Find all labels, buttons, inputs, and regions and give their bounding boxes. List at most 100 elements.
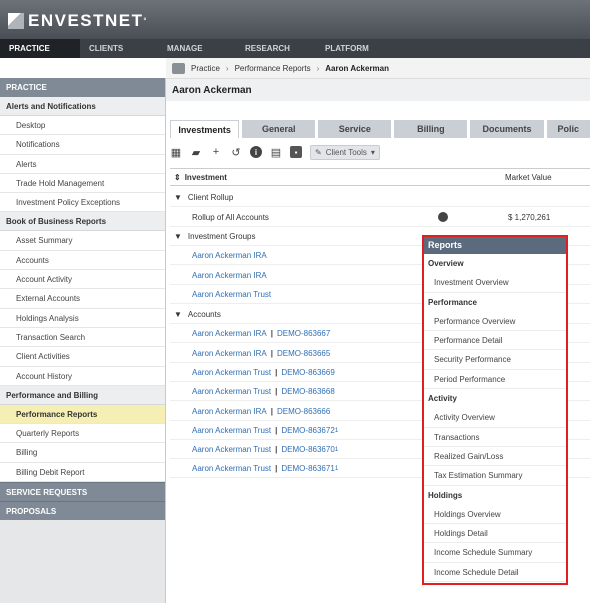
options-icon[interactable] (438, 212, 448, 223)
envestnet-logo[interactable]: ENVESTNET ° (8, 11, 148, 31)
account-name-link[interactable]: Aaron Ackerman Trust (170, 464, 271, 473)
account-name-link[interactable]: Aaron Ackerman Trust (170, 387, 271, 396)
col-investment[interactable]: Investment (185, 173, 227, 182)
sidebar-item-client-activities[interactable]: Client Activities (0, 347, 165, 367)
sidebar-item-trade-hold-management[interactable]: Trade Hold Management (0, 173, 165, 194)
client-tools-label: Client Tools (325, 147, 367, 157)
account-name-link[interactable]: Aaron Ackerman Trust (170, 368, 271, 377)
group-link[interactable]: Aaron Ackerman Trust (170, 290, 271, 299)
account-id-link[interactable]: DEMO-863666 (277, 407, 330, 416)
top-nav: PRACTICE CLIENTS MANAGE RESEARCH PLATFOR… (0, 39, 590, 58)
account-name-link[interactable]: Aaron Ackerman Trust (170, 426, 271, 435)
collapse-icon[interactable]: ▼ (174, 310, 182, 319)
sidebar-proposals[interactable]: PROPOSALS (0, 501, 165, 521)
sidebar-item-transaction-search[interactable]: Transaction Search (0, 327, 165, 348)
sidebar-item-notifications[interactable]: Notifications (0, 135, 165, 155)
menu-item-transactions[interactable]: Transactions (424, 428, 566, 447)
menu-item-income-schedule-detail[interactable]: Income Schedule Detail (424, 563, 566, 583)
sidebar-section-performance-billing: Performance and Billing (0, 385, 165, 405)
account-id-link[interactable]: DEMO-863669 (281, 368, 334, 377)
footnote-marker: 1 (334, 426, 339, 434)
breadcrumb-practice[interactable]: Practice (191, 64, 220, 73)
breadcrumb: Practice › Performance Reports › Aaron A… (166, 58, 590, 79)
group-label: Investment Groups (187, 231, 256, 241)
account-id-link[interactable]: DEMO-863672 (281, 426, 334, 435)
sidebar-item-account-history[interactable]: Account History (0, 366, 165, 386)
refresh-icon[interactable]: ↺ (230, 146, 242, 159)
tab-policy[interactable]: Polic (546, 120, 590, 138)
breadcrumb-performance-reports[interactable]: Performance Reports (235, 64, 311, 73)
add-icon[interactable]: + (210, 146, 222, 158)
menu-item-investment-overview[interactable]: Investment Overview (424, 273, 566, 293)
menu-item-holdings-overview[interactable]: Holdings Overview (424, 505, 566, 525)
collapse-icon[interactable]: ▼ (174, 232, 182, 241)
tab-bar: Investments General Service Billing Docu… (166, 120, 590, 138)
account-id-link[interactable]: DEMO-863670 (281, 445, 334, 454)
account-name-link[interactable]: Aaron Ackerman Trust (170, 445, 271, 454)
tab-billing[interactable]: Billing (394, 120, 468, 138)
sidebar-item-account-activity[interactable]: Account Activity (0, 270, 165, 290)
account-name-link[interactable]: Aaron Ackerman IRA (170, 329, 267, 338)
nav-practice[interactable]: PRACTICE (0, 39, 80, 58)
sidebar-service-requests[interactable]: SERVICE REQUESTS (0, 482, 165, 502)
collapse-icon[interactable]: ▼ (174, 193, 182, 202)
sidebar-item-performance-reports[interactable]: Performance Reports (0, 404, 165, 425)
sidebar-item-accounts[interactable]: Accounts (0, 250, 165, 271)
nav-manage[interactable]: MANAGE (158, 39, 236, 58)
toolbar: ▦ ▰ + ↺ i ▤ ▪ ✎ Client Tools ▾ (170, 142, 590, 162)
menu-item-security-performance[interactable]: Security Performance (424, 350, 566, 370)
sidebar-item-billing[interactable]: Billing (0, 443, 165, 463)
wrench-icon: ✎ (315, 147, 322, 157)
sidebar-item-investment-policy-exceptions[interactable]: Investment Policy Exceptions (0, 193, 165, 213)
tab-general[interactable]: General (242, 120, 316, 138)
sort-icon[interactable]: ⇕ (174, 173, 181, 182)
menu-item-performance-detail[interactable]: Performance Detail (424, 331, 566, 351)
brand-name: ENVESTNET (28, 11, 144, 30)
account-name-link[interactable]: Aaron Ackerman IRA (170, 349, 267, 358)
document-icon[interactable]: ▤ (270, 146, 282, 159)
sidebar-item-holdings-analysis[interactable]: Holdings Analysis (0, 308, 165, 328)
menu-item-tax-estimation-summary[interactable]: Tax Estimation Summary (424, 466, 566, 486)
menu-item-income-schedule-summary[interactable]: Income Schedule Summary (424, 543, 566, 563)
sidebar-title[interactable]: PRACTICE (0, 78, 165, 97)
group-client-rollup[interactable]: ▼ Client Rollup (170, 188, 590, 208)
menu-item-performance-overview[interactable]: Performance Overview (424, 312, 566, 332)
footnote-marker: 1 (334, 445, 339, 453)
col-market-value[interactable]: Market Value (505, 173, 552, 182)
menu-item-holdings-detail[interactable]: Holdings Detail (424, 524, 566, 544)
menu-item-realized-gain-loss[interactable]: Realized Gain/Loss (424, 447, 566, 467)
sidebar-item-external-accounts[interactable]: External Accounts (0, 289, 165, 309)
account-name-link[interactable]: Aaron Ackerman IRA (170, 407, 267, 416)
table-row[interactable]: Rollup of All Accounts $ 1,270,261 (170, 208, 590, 228)
tab-service[interactable]: Service (318, 120, 392, 138)
menu-item-activity-overview[interactable]: Activity Overview (424, 408, 566, 428)
info-icon[interactable]: i (250, 146, 262, 158)
nav-research[interactable]: RESEARCH (236, 39, 316, 58)
account-id-link[interactable]: DEMO-863665 (277, 349, 330, 358)
sidebar-item-alerts[interactable]: Alerts (0, 154, 165, 174)
home-stack-icon[interactable] (172, 62, 185, 74)
sidebar-item-billing-debit-report[interactable]: Billing Debit Report (0, 462, 165, 483)
pdf-icon[interactable]: ▪ (290, 146, 302, 158)
sidebar: PRACTICE Alerts and Notifications Deskto… (0, 78, 166, 603)
group-link[interactable]: Aaron Ackerman IRA (170, 251, 267, 260)
group-link[interactable]: Aaron Ackerman IRA (170, 271, 267, 280)
sidebar-item-quarterly-reports[interactable]: Quarterly Reports (0, 424, 165, 444)
nav-platform[interactable]: PLATFORM (316, 39, 378, 58)
account-id-link[interactable]: DEMO-863668 (281, 387, 334, 396)
chevron-right-icon: › (225, 63, 229, 73)
account-id-link[interactable]: DEMO-863671 (281, 464, 334, 473)
client-tools-dropdown[interactable]: ✎ Client Tools ▾ (310, 144, 380, 160)
separator: | (275, 444, 278, 454)
folder-icon[interactable]: ▰ (190, 146, 202, 159)
menu-item-period-performance[interactable]: Period Performance (424, 370, 566, 390)
calculator-icon[interactable]: ▦ (170, 146, 182, 159)
tab-documents[interactable]: Documents (470, 120, 544, 138)
sidebar-item-desktop[interactable]: Desktop (0, 116, 165, 136)
separator: | (275, 425, 278, 435)
sidebar-section-alerts: Alerts and Notifications (0, 97, 165, 116)
nav-clients[interactable]: CLIENTS (80, 39, 158, 58)
tab-investments[interactable]: Investments (170, 120, 240, 138)
sidebar-item-asset-summary[interactable]: Asset Summary (0, 231, 165, 251)
account-id-link[interactable]: DEMO-863667 (277, 329, 330, 338)
